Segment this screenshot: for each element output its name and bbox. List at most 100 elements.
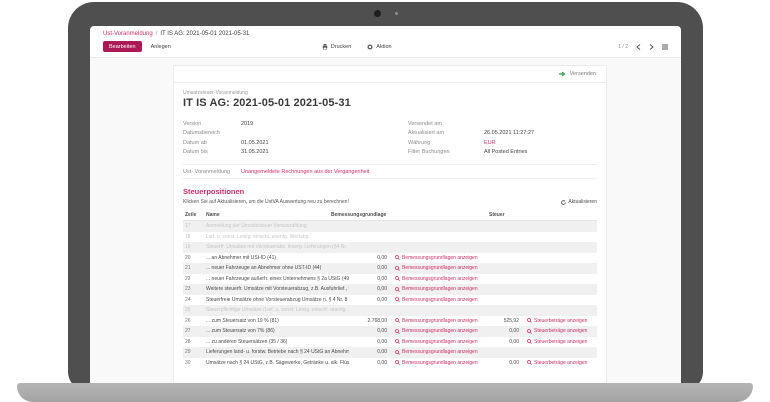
show-tax-amount-label: Steuerbeträge anzeigen <box>534 318 587 324</box>
app-screen: Ust-Voranmeldung / IT IS AG: 2021-05-01 … <box>90 26 681 390</box>
print-label: Drucken <box>331 44 351 50</box>
row-steuer-value: 0,00 <box>487 339 521 345</box>
send-button[interactable]: Versenden <box>570 71 596 77</box>
show-tax-base-link[interactable]: Bemessungsgrundlagen anzeigen <box>389 328 487 334</box>
show-tax-base-label: Bemessungsgrundlagen anzeigen <box>402 265 478 271</box>
show-tax-base-link[interactable]: Bemessungsgrundlagen anzeigen <box>389 286 487 292</box>
col-zeile: Zeile <box>183 212 206 218</box>
show-tax-base-link[interactable]: Bemessungsgrundlagen anzeigen <box>389 276 487 282</box>
refresh-button[interactable]: Aktualisieren <box>561 199 597 205</box>
table-row: 22 ... neuer Fahrzeuge außerh. eines Unt… <box>183 274 597 285</box>
magnifier-icon <box>395 276 400 281</box>
show-tax-amount-link[interactable]: Steuerbeträge anzeigen <box>521 328 597 334</box>
detail-row: Datumsbereich <box>183 129 408 139</box>
menu-icon[interactable] <box>662 44 668 50</box>
printer-icon <box>322 44 328 50</box>
show-tax-base-link[interactable]: Bemessungsgrundlagen anzeigen <box>389 318 487 324</box>
show-tax-amount-link[interactable]: Steuerbeträge anzeigen <box>521 318 597 324</box>
next-page-icon[interactable] <box>649 44 654 50</box>
gear-icon <box>367 44 373 50</box>
row-bmg-value: 0,00 <box>349 349 389 355</box>
row-name: Lief. u. sonst. Leistg. einschl. unentg.… <box>206 234 349 240</box>
row-bmg-value: 0,00 <box>349 265 389 271</box>
detail-section: Version 2019 Datumsbereich Datum ab 01.0… <box>183 119 597 157</box>
show-tax-amount-link[interactable]: Steuerbeträge anzeigen <box>521 360 597 366</box>
show-tax-base-link[interactable]: Bemessungsgrundlagen anzeigen <box>389 297 487 303</box>
show-tax-base-label: Bemessungsgrundlagen anzeigen <box>402 360 478 366</box>
show-tax-base-label: Bemessungsgrundlagen anzeigen <box>402 286 478 292</box>
unreported-invoices-link[interactable]: Unangemeldete Rechnungen aus der Vergang… <box>241 169 369 175</box>
table-row: 27 ... zum Steuersatz von 7% (86) 0,00 B… <box>183 326 597 337</box>
row-name: Umsätze nach § 24 UStG, z.B. Sägewerke, … <box>206 360 349 366</box>
detail-value[interactable]: EUR <box>484 140 496 146</box>
row-name: ... an Abnehmer mit USt-ID (41) <box>206 255 349 261</box>
row-bmg-value: 2.768,00 <box>349 318 389 324</box>
row-name: Steuerpflichtige Umsätze (Lief. u. sonst… <box>206 307 349 313</box>
magnifier-icon <box>395 360 400 365</box>
col-steuer: Steuer <box>489 212 597 218</box>
row-steuer-value: 525,92 <box>487 318 521 324</box>
show-tax-base-label: Bemessungsgrundlagen anzeigen <box>402 349 478 355</box>
section-title: Steuerpositionen <box>183 187 597 196</box>
detail-row: Filter Buchungen All Posted Entries <box>408 148 534 158</box>
detail-label: Aktualisiert am <box>408 130 484 136</box>
row-bmg-value: 0,00 <box>349 328 389 334</box>
refresh-label: Aktualisieren <box>568 199 597 205</box>
edit-button[interactable]: Bearbeiten <box>103 41 142 52</box>
row-name: Anmeldung der Umsatzsteuer Vorauszahlung <box>206 223 349 229</box>
show-tax-base-link[interactable]: Bemessungsgrundlagen anzeigen <box>389 339 487 345</box>
show-tax-base-link[interactable]: Bemessungsgrundlagen anzeigen <box>389 265 487 271</box>
show-tax-base-link[interactable]: Bemessungsgrundlagen anzeigen <box>389 349 487 355</box>
prev-page-icon[interactable] <box>636 44 641 50</box>
detail-value: 26.05.2021 11:27:27 <box>484 130 534 136</box>
vat-declaration-label: Ust- Voranmeldung <box>183 169 241 175</box>
row-name: ... zum Steuersatz von 19 % (81) <box>206 318 349 324</box>
action-button[interactable]: Aktion <box>367 44 391 50</box>
table-row: 28 ... zu anderen Steuersätzen (35 / 36)… <box>183 337 597 348</box>
row-name: Weitere steuerfr. Umsätze mit Vorsteuera… <box>206 286 349 292</box>
magnifier-icon <box>395 339 400 344</box>
print-button[interactable]: Drucken <box>322 44 351 50</box>
document-body: Umsatzsteuer-Voranmeldung IT IS AG: 2021… <box>174 83 606 368</box>
laptop-frame: Ust-Voranmeldung / IT IS AG: 2021-05-01 … <box>68 2 703 390</box>
table-body: 17 Anmeldung der Umsatzsteuer Vorauszahl… <box>183 221 597 368</box>
breadcrumb-separator: / <box>156 31 158 37</box>
show-tax-base-label: Bemessungsgrundlagen anzeigen <box>402 339 478 345</box>
table-row: 20 ... an Abnehmer mit USt-ID (41) 0,00 … <box>183 253 597 264</box>
table-row: 29 Lieferungen land- u. forstw. Betriebe… <box>183 347 597 358</box>
row-zeile: 27 <box>183 328 206 334</box>
card-header: Versenden <box>174 66 606 83</box>
row-name: Steuerfr. Umsätze mit Vorsteuerabz. inne… <box>206 244 349 250</box>
detail-row: Datum bis 31.05.2021 <box>183 148 408 158</box>
row-name: ... zu anderen Steuersätzen (35 / 36) <box>206 339 349 345</box>
detail-label: Filter Buchungen <box>408 149 484 155</box>
document-title: IT IS AG: 2021-05-01 2021-05-31 <box>183 97 597 109</box>
row-bmg-value: 0,00 <box>349 360 389 366</box>
magnifier-icon <box>395 297 400 302</box>
row-zeile: 30 <box>183 360 206 366</box>
show-tax-base-link[interactable]: Bemessungsgrundlagen anzeigen <box>389 360 487 366</box>
row-name: ... neuer Fahrzeuge außerh. eines Untern… <box>206 276 349 282</box>
detail-row: Versendet am <box>408 119 534 129</box>
row-zeile: 22 <box>183 276 206 282</box>
row-name: ... neuer Fahrzeuge an Abnehmer ohne UST… <box>206 265 349 271</box>
show-tax-base-link[interactable]: Bemessungsgrundlagen anzeigen <box>389 255 487 261</box>
create-button[interactable]: Anlegen <box>148 41 174 52</box>
row-zeile: 19 <box>183 244 206 250</box>
magnifier-icon <box>395 329 400 334</box>
detail-label: Versendet am <box>408 121 484 127</box>
table-row: 24 Steuerfreie Umsätze ohne Vorsteuerabz… <box>183 295 597 306</box>
table-row: 25 Steuerpflichtige Umsätze (Lief. u. so… <box>183 305 597 316</box>
show-tax-base-label: Bemessungsgrundlagen anzeigen <box>402 276 478 282</box>
show-tax-amount-link[interactable]: Steuerbeträge anzeigen <box>521 339 597 345</box>
row-zeile: 28 <box>183 339 206 345</box>
row-zeile: 21 <box>183 265 206 271</box>
row-bmg-value: 0,00 <box>349 255 389 261</box>
show-tax-amount-label: Steuerbeträge anzeigen <box>534 339 587 345</box>
breadcrumb-parent-link[interactable]: Ust-Voranmeldung <box>103 31 153 37</box>
show-tax-amount-label: Steuerbeträge anzeigen <box>534 328 587 334</box>
table-row: 30 Umsätze nach § 24 UStG, z.B. Sägewerk… <box>183 358 597 369</box>
detail-label: Version <box>183 121 241 127</box>
row-zeile: 18 <box>183 234 206 240</box>
row-name: Steuerfreie Umsätze ohne Vorsteuerabzug … <box>206 297 349 303</box>
